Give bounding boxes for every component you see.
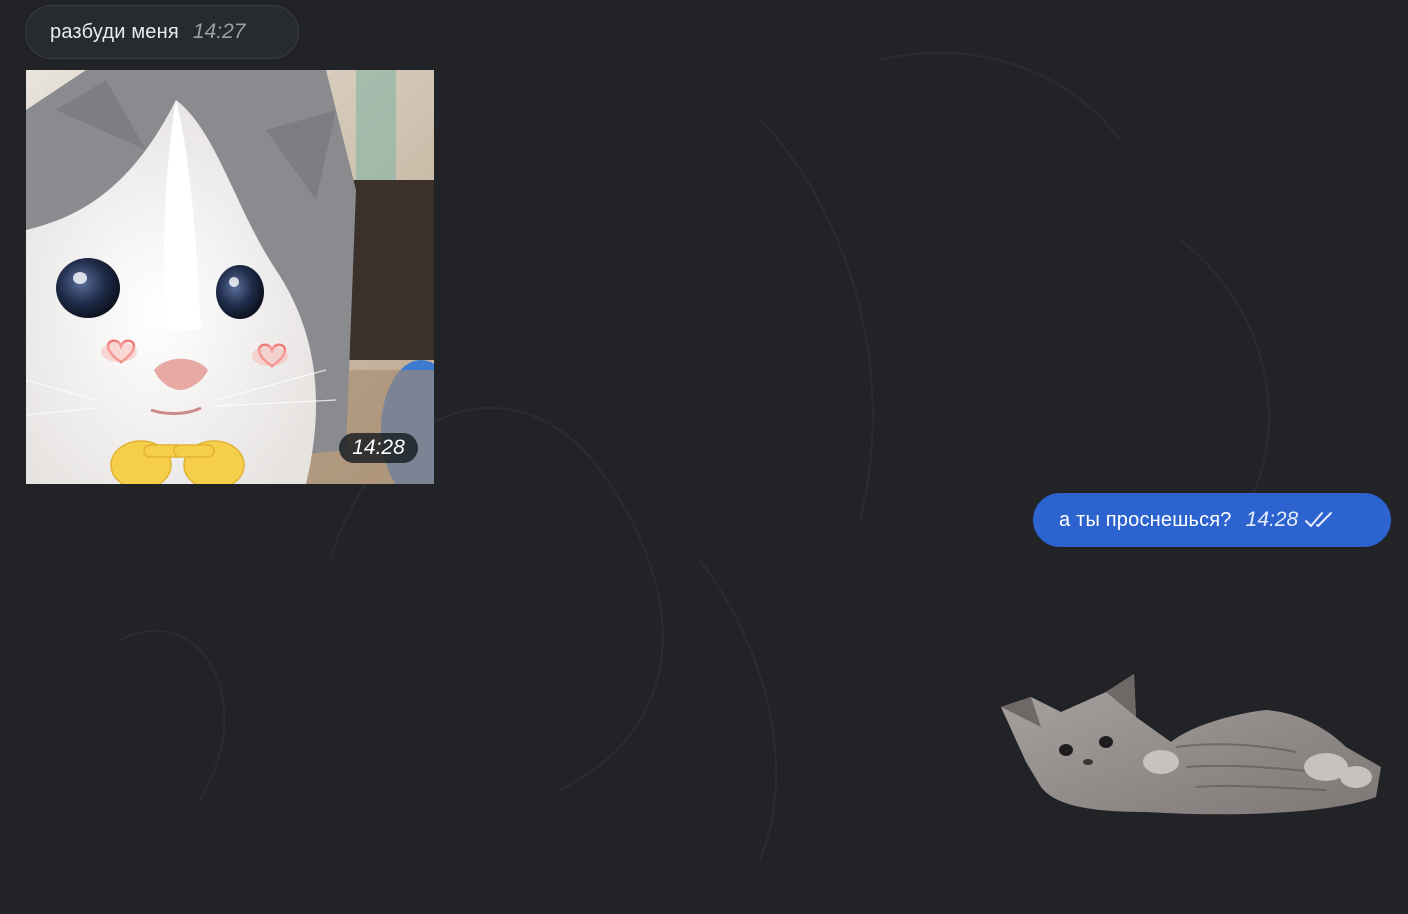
incoming-photo-message[interactable]: 14:28 bbox=[26, 70, 434, 484]
message-time: 14:28 bbox=[1245, 508, 1299, 531]
incoming-message-bubble[interactable]: разбуди меня 14:27 bbox=[25, 5, 299, 59]
kitten-sticker bbox=[1001, 674, 1381, 815]
double-check-icon bbox=[1304, 510, 1336, 530]
outgoing-message-bubble[interactable]: а ты проснешься? 14:28 bbox=[1033, 493, 1391, 547]
message-time: 14:27 bbox=[192, 20, 246, 43]
message-text: разбуди меня bbox=[50, 20, 179, 43]
message-text: а ты проснешься? bbox=[1059, 508, 1232, 531]
chat-window: { "messages": [ {"kind": "text", "direct… bbox=[0, 0, 1408, 914]
outgoing-sticker-message[interactable] bbox=[996, 672, 1386, 822]
kitten-photo bbox=[26, 70, 434, 484]
photo-time-badge: 14:28 bbox=[339, 433, 418, 463]
